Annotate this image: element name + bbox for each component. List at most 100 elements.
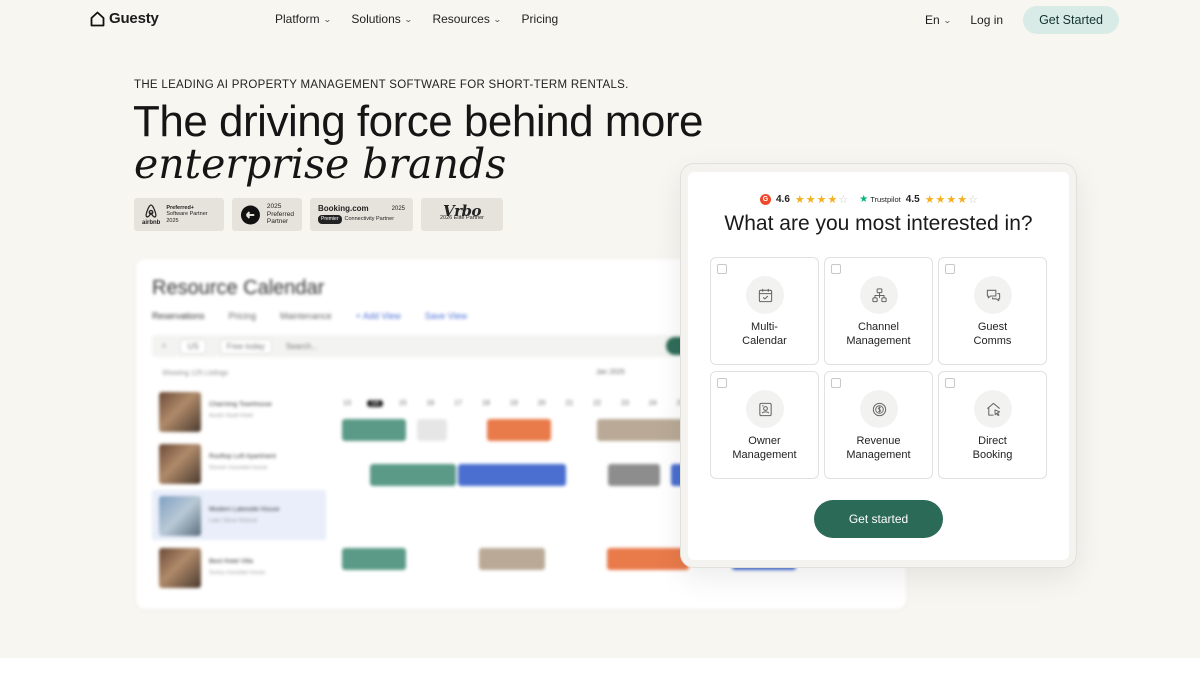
option-label: Channel Management xyxy=(825,321,932,348)
booking-badge-text: Connectivity Partner xyxy=(344,216,395,222)
option-label: Multi- Calendar xyxy=(711,321,818,348)
airbnb-partner-badge: airbnb Preferred+ Software Partner 2025 xyxy=(134,198,224,231)
interest-options-grid: Multi- Calendar Channel Management Guest Co… xyxy=(710,257,1047,479)
trustpilot-logo: ★ Trustpilot xyxy=(859,194,901,205)
owner-report-icon xyxy=(746,390,784,428)
airbnb-wordmark: airbnb xyxy=(142,219,161,226)
nav-resources[interactable]: Resources ⌄ xyxy=(432,12,501,26)
revenue-coin-icon xyxy=(860,390,898,428)
listing-count: Showing 125 Listings xyxy=(162,370,229,377)
calendar-day: 21 xyxy=(565,400,574,407)
calendar-day: 13 xyxy=(343,400,351,407)
g2-rating: G 4.6 ★★★★☆ xyxy=(760,193,849,206)
option-direct-booking[interactable]: Direct Booking xyxy=(938,371,1047,479)
listing-subtitle: Sunny mountain house xyxy=(209,570,266,576)
option-checkbox[interactable] xyxy=(831,264,841,274)
option-guest-comms[interactable]: Guest Comms xyxy=(938,257,1047,365)
chevron-down-icon: ⌄ xyxy=(942,15,952,25)
tab-pricing: Pricing xyxy=(228,311,257,321)
top-navigation: Guesty Platform ⌄ Solutions ⌄ Resources ⌄ P… xyxy=(0,0,1200,38)
region-filter: US xyxy=(180,338,206,354)
option-label-line2: Management xyxy=(846,448,911,461)
option-label: Guest Comms xyxy=(939,321,1046,348)
booking-premier-tag: Premier xyxy=(318,215,342,224)
option-label-line1: Owner xyxy=(748,435,781,447)
option-label: Revenue Management xyxy=(825,435,932,462)
option-label-line1: Channel xyxy=(858,321,899,333)
search-icon: ⌕ xyxy=(162,341,167,350)
primary-nav: Platform ⌄ Solutions ⌄ Resources ⌄ Pricing xyxy=(275,12,558,26)
hero-headline: The driving force behind more xyxy=(133,97,704,146)
nav-pricing[interactable]: Pricing xyxy=(522,12,559,26)
reservation-bar xyxy=(370,464,456,486)
calendar-tabs: Reservations Pricing Maintenance + Add V… xyxy=(152,311,467,321)
modal-question: What are you most interested in? xyxy=(724,212,1033,235)
calendar-search-placeholder: Search... xyxy=(285,341,318,351)
nav-pricing-label: Pricing xyxy=(521,12,559,26)
interest-modal: G 4.6 ★★★★☆ ★ Trustpilot 4.5 ★★★★☆ What a… xyxy=(688,172,1069,560)
listing-subtitle: Denver mountain house xyxy=(209,465,268,471)
booking-wordmark: Booking.com xyxy=(318,203,369,213)
vrbo-partner-badge: Vrbo 2026 Elite Partner xyxy=(421,198,503,231)
trustpilot-rating-value: 4.5 xyxy=(905,194,920,205)
chevron-down-icon: ⌄ xyxy=(403,14,413,24)
option-label-line2: Calendar xyxy=(742,334,787,347)
g2-star-rating: ★★★★☆ xyxy=(794,194,850,206)
option-checkbox[interactable] xyxy=(945,378,955,388)
tab-maintenance: Maintenance xyxy=(280,311,332,321)
option-checkbox[interactable] xyxy=(717,378,727,388)
nav-platform[interactable]: Platform ⌄ xyxy=(275,12,332,26)
trustpilot-rating: ★ Trustpilot 4.5 ★★★★☆ xyxy=(859,193,979,206)
reservation-bar xyxy=(479,548,545,570)
house-cursor-icon xyxy=(974,390,1012,428)
expedia-badge-year: 2025 xyxy=(266,203,282,211)
get-started-nav-button[interactable]: Get Started xyxy=(1023,6,1119,34)
option-label-line2: Management xyxy=(732,448,797,461)
trustpilot-label: Trustpilot xyxy=(870,195,901,204)
hero-headline-italic: enterprise brands xyxy=(134,140,507,188)
guesty-logo[interactable]: Guesty xyxy=(90,10,159,27)
tab-reservations: Reservations xyxy=(152,311,205,321)
save-view-link: Save View xyxy=(424,311,468,321)
option-checkbox[interactable] xyxy=(945,264,955,274)
option-multi-calendar[interactable]: Multi- Calendar xyxy=(710,257,819,365)
listing-name: Charming Townhouse xyxy=(209,401,272,408)
option-checkbox[interactable] xyxy=(717,264,727,274)
listing-name: Rooftop Loft Apartment xyxy=(209,453,276,460)
login-link[interactable]: Log in xyxy=(970,13,1003,27)
nav-solutions-label: Solutions xyxy=(351,12,401,26)
calendar-day: 19 xyxy=(509,400,518,407)
listing-subtitle: Lake Tahoe Retreat xyxy=(209,518,257,524)
calendar-filter-bar: ⌕ US Free today Search... xyxy=(152,335,712,357)
brand-name: Guesty xyxy=(109,10,159,27)
calendar-day: 14 xyxy=(366,400,383,407)
hero-eyebrow: THE LEADING AI PROPERTY MANAGEMENT SOFTW… xyxy=(134,79,629,91)
availability-filter: Free today xyxy=(219,338,272,354)
option-channel-management[interactable]: Channel Management xyxy=(824,257,933,365)
language-selector[interactable]: En ⌄ xyxy=(925,13,952,27)
reservation-bar xyxy=(607,548,689,570)
option-revenue-management[interactable]: Revenue Management xyxy=(824,371,933,479)
calendar-day: 20 xyxy=(537,400,546,407)
calendar-day: 23 xyxy=(621,400,629,407)
option-label-line1: Direct xyxy=(978,435,1007,447)
nav-solutions[interactable]: Solutions ⌄ xyxy=(351,12,413,26)
get-started-button[interactable]: Get started xyxy=(814,500,943,538)
booking-badge-year: 2025 xyxy=(391,205,405,212)
option-checkbox[interactable] xyxy=(831,378,841,388)
airbnb-badge-line2: Software Partner xyxy=(166,211,208,218)
house-logo-icon xyxy=(90,11,105,26)
review-ratings: G 4.6 ★★★★☆ ★ Trustpilot 4.5 ★★★★☆ xyxy=(760,193,979,206)
listing-thumbnail xyxy=(159,392,201,432)
calendar-day: 22 xyxy=(593,400,602,407)
chevron-down-icon: ⌄ xyxy=(322,14,332,24)
reservation-bar xyxy=(342,548,406,570)
expedia-icon xyxy=(240,205,260,224)
partner-badges: airbnb Preferred+ Software Partner 2025 … xyxy=(134,198,503,231)
option-label-line2: Comms xyxy=(973,334,1012,347)
option-owner-management[interactable]: Owner Management xyxy=(710,371,819,479)
airbnb-icon xyxy=(145,204,157,218)
g2-logo-icon: G xyxy=(760,194,771,205)
blocked-day-bar xyxy=(417,419,447,441)
option-label-line1: Guest xyxy=(977,321,1008,333)
